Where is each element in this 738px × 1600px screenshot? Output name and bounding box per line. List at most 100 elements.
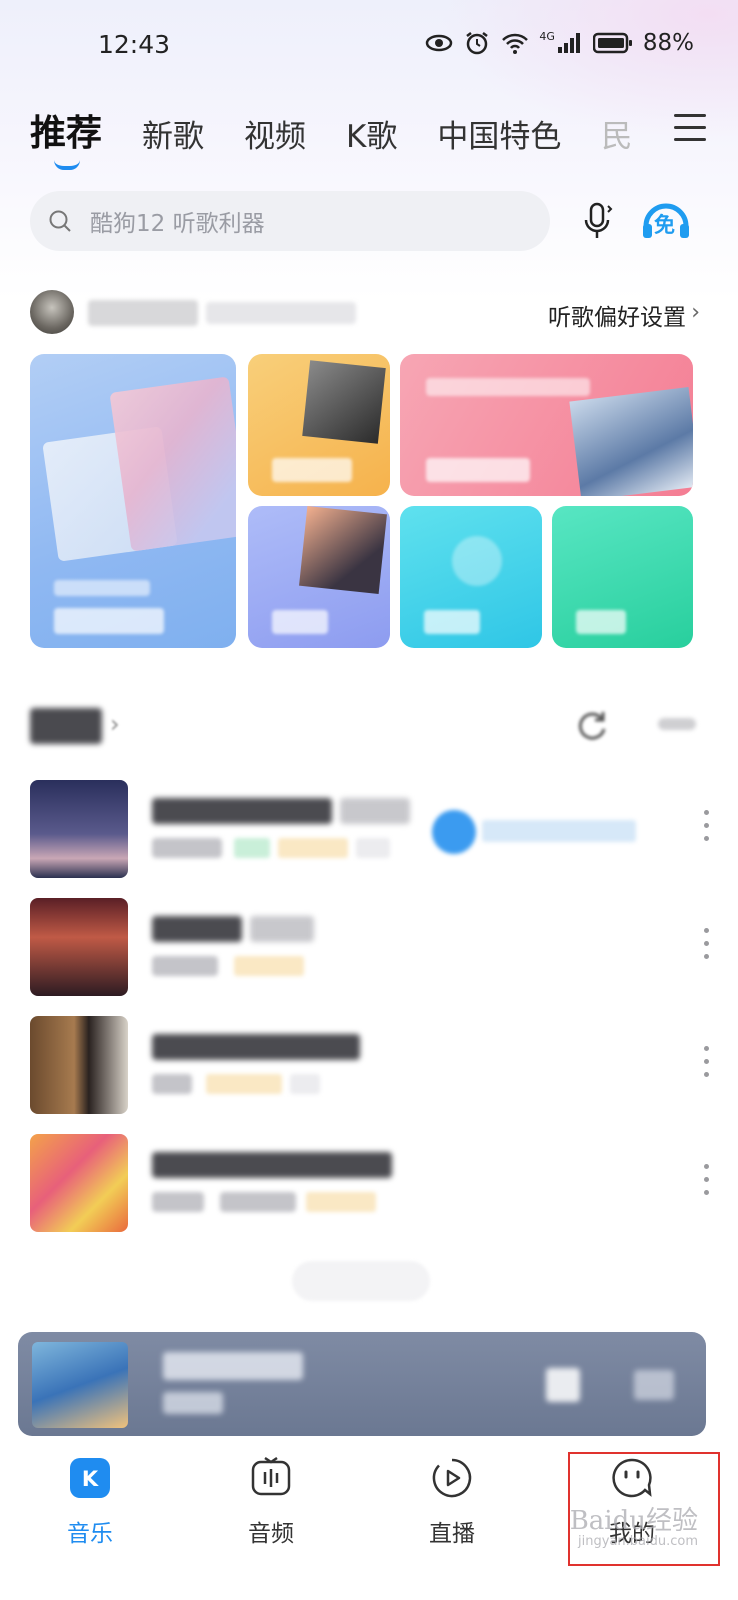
mv-badge xyxy=(356,838,390,858)
list-item[interactable] xyxy=(30,1134,710,1234)
song-version-blurred xyxy=(340,798,410,824)
user-id-blurred xyxy=(206,302,356,324)
song-artist-blurred xyxy=(152,956,218,976)
card-caption-blurred xyxy=(426,378,590,396)
mv-badge xyxy=(290,1074,320,1094)
song-title-blurred xyxy=(152,1152,392,1178)
tab-video[interactable]: 视频 xyxy=(244,111,306,156)
load-more-button[interactable] xyxy=(292,1261,430,1301)
now-playing-artist-blurred xyxy=(163,1392,223,1414)
play-pause-icon[interactable] xyxy=(546,1368,580,1402)
song-title-blurred xyxy=(152,916,242,942)
now-playing-cover xyxy=(32,1342,128,1428)
recommend-reason-blurred xyxy=(482,820,636,842)
card-title-blurred xyxy=(424,610,480,634)
card-title-blurred xyxy=(426,458,530,482)
status-time: 12:43 xyxy=(98,30,171,59)
watermark-url: jingyan.baidu.com xyxy=(578,1534,698,1549)
status-icons: 4G 88% xyxy=(425,30,694,56)
more-vertical-icon[interactable] xyxy=(704,1046,710,1080)
mini-player[interactable] xyxy=(18,1332,706,1436)
wifi-icon xyxy=(502,33,529,54)
vip-badge xyxy=(278,838,348,858)
song-cover xyxy=(30,1016,128,1114)
nav-music[interactable]: K 音乐 xyxy=(30,1456,150,1548)
tab-recommend[interactable]: 推荐 xyxy=(30,104,102,170)
now-playing-title-blurred xyxy=(163,1352,303,1380)
battery-percent: 88% xyxy=(642,30,694,56)
refresh-icon[interactable] xyxy=(575,708,609,742)
charts-card[interactable] xyxy=(248,506,390,648)
free-listening-button[interactable]: 免 xyxy=(640,198,692,242)
song-artist-blurred xyxy=(220,1192,296,1212)
vip-badge xyxy=(234,956,304,976)
song-artist-blurred xyxy=(152,1074,192,1094)
playlist-card[interactable] xyxy=(248,354,390,496)
card-caption-blurred xyxy=(54,580,150,596)
list-item[interactable] xyxy=(30,898,710,998)
radio-card[interactable] xyxy=(400,506,542,648)
chevron-right-icon: › xyxy=(110,710,120,738)
song-cover xyxy=(30,780,128,878)
list-item[interactable] xyxy=(30,780,710,880)
nav-music-logo-letter: K xyxy=(81,1467,99,1491)
chevron-right-icon: › xyxy=(691,300,700,325)
nav-live-label: 直播 xyxy=(429,1521,475,1547)
search-bar[interactable]: 酷狗12 听歌利器 xyxy=(30,191,550,251)
clock-icon xyxy=(452,536,502,586)
battery-icon xyxy=(592,32,632,54)
genre-card[interactable] xyxy=(552,506,693,648)
avatar[interactable] xyxy=(30,290,74,334)
voice-search-icon[interactable] xyxy=(582,200,614,242)
card-title-blurred xyxy=(576,610,626,634)
category-tabs: 推荐 新歌 视频 K歌 中国特色 民 xyxy=(30,104,672,170)
signal-icon xyxy=(557,33,580,53)
nav-audio-label: 音频 xyxy=(248,1521,294,1547)
card-artwork xyxy=(299,506,387,594)
quality-badge xyxy=(234,838,270,858)
card-artwork xyxy=(302,360,386,444)
card-title-blurred xyxy=(272,610,328,634)
nav-audio[interactable]: 音频 xyxy=(211,1456,331,1548)
nav-music-label: 音乐 xyxy=(67,1521,113,1547)
tab-new-songs[interactable]: 新歌 xyxy=(142,111,204,156)
recommend-bubble-icon xyxy=(432,810,476,854)
song-title-blurred xyxy=(152,798,332,824)
watermark: Baidu经验 xyxy=(569,1506,698,1536)
listening-preference-link[interactable]: 听歌偏好设置 xyxy=(548,298,686,332)
live-play-icon xyxy=(432,1458,472,1498)
vip-badge xyxy=(206,1074,282,1094)
list-item[interactable] xyxy=(30,1016,710,1116)
more-vertical-icon[interactable] xyxy=(704,1164,710,1198)
more-vertical-icon[interactable] xyxy=(704,810,710,844)
network-type-label: 4G xyxy=(539,30,555,43)
card-title-blurred xyxy=(54,608,164,634)
song-artist-blurred xyxy=(152,838,222,858)
nav-live[interactable]: 直播 xyxy=(392,1456,512,1548)
eye-icon xyxy=(426,34,453,52)
tab-folk[interactable]: 民 xyxy=(601,111,632,156)
card-title-blurred xyxy=(272,458,352,482)
song-cover xyxy=(30,1134,128,1232)
song-version-blurred xyxy=(250,916,314,942)
guess-you-like-card[interactable] xyxy=(400,354,693,496)
search-placeholder: 酷狗12 听歌利器 xyxy=(90,211,265,237)
tab-karaoke[interactable]: K歌 xyxy=(346,111,397,156)
card-artwork xyxy=(569,387,693,496)
vip-badge xyxy=(306,1192,376,1212)
daily-recommend-card[interactable] xyxy=(30,354,236,648)
song-title-blurred xyxy=(152,1034,360,1060)
audio-icon xyxy=(251,1456,291,1496)
search-icon xyxy=(49,210,71,232)
more-options-icon[interactable] xyxy=(658,718,696,730)
tab-china-special[interactable]: 中国特色 xyxy=(437,111,561,156)
more-vertical-icon[interactable] xyxy=(704,928,710,962)
section-title-blurred[interactable] xyxy=(30,708,102,744)
song-artist-blurred xyxy=(152,1192,204,1212)
alarm-icon xyxy=(466,32,489,55)
free-badge-label: 免 xyxy=(654,213,675,237)
menu-icon[interactable] xyxy=(674,114,706,142)
song-cover xyxy=(30,898,128,996)
username-blurred xyxy=(88,300,198,326)
playlist-icon[interactable] xyxy=(634,1370,674,1400)
